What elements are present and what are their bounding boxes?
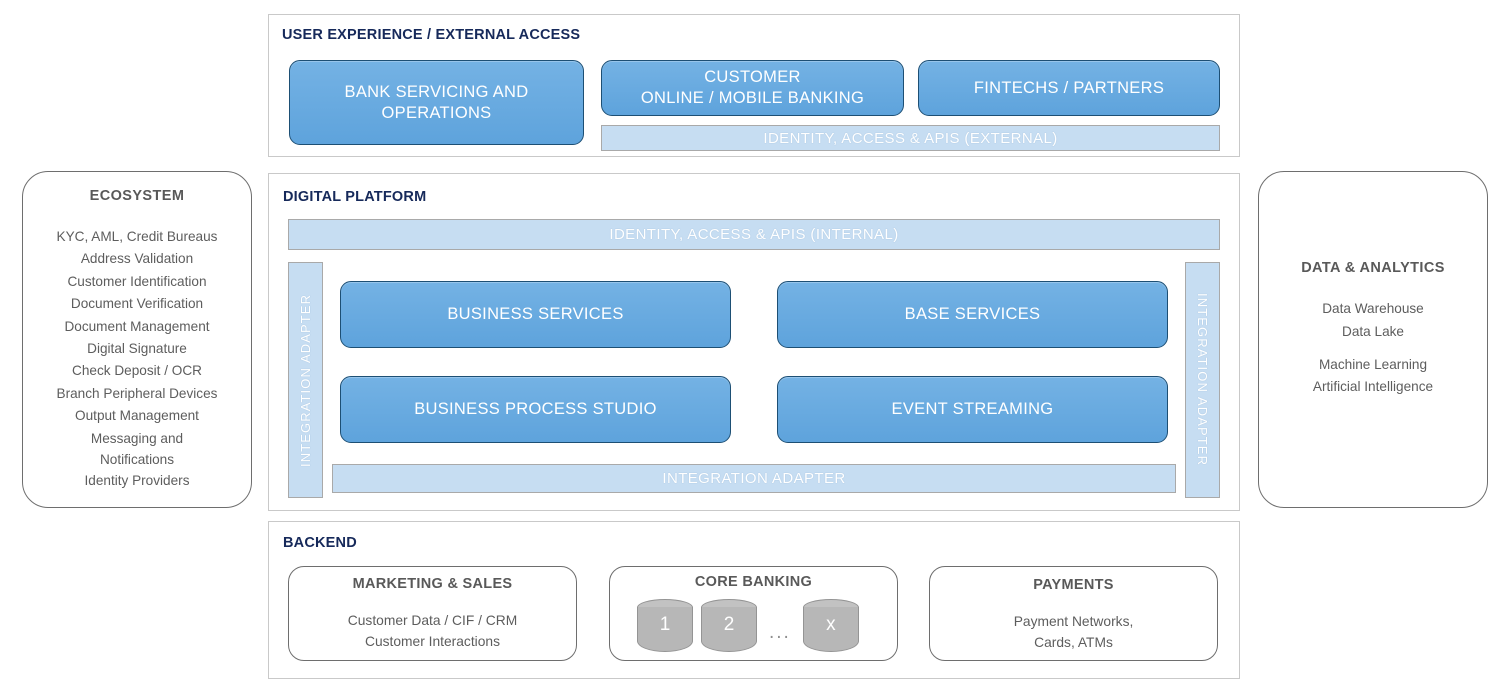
base-services-box[interactable]: BASE SERVICES — [777, 281, 1168, 348]
base-services-label: BASE SERVICES — [904, 305, 1041, 323]
business-process-studio-box[interactable]: BUSINESS PROCESS STUDIO — [340, 376, 731, 443]
integration-adapter-right-label: INTEGRATION ADAPTER — [1195, 293, 1210, 467]
cylinder-ellipsis: ... — [769, 621, 791, 643]
customer-banking-label: CUSTOMER ONLINE / MOBILE BANKING — [640, 68, 865, 107]
marketing-line: Customer Data / CIF / CRM — [347, 613, 518, 628]
integration-adapter-left: INTEGRATION ADAPTER — [288, 262, 323, 498]
list-item: Document Verification — [70, 296, 204, 312]
ecosystem-list: KYC, AML, Credit Bureaus Address Validat… — [23, 226, 251, 492]
identity-internal-label: IDENTITY, ACCESS & APIS (INTERNAL) — [609, 226, 899, 243]
list-item: KYC, AML, Credit Bureaus — [56, 229, 218, 244]
fintechs-partners-box[interactable]: FINTECHS / PARTNERS — [918, 60, 1220, 116]
list-item: Machine Learning — [1318, 357, 1428, 372]
database-cylinder-icon: x — [802, 599, 859, 652]
cylinder-label: 2 — [723, 614, 735, 635]
list-item: Address Validation — [80, 251, 194, 267]
event-streaming-box[interactable]: EVENT STREAMING — [777, 376, 1168, 443]
list-item: Document Management — [64, 318, 210, 334]
data-analytics-panel: DATA & ANALYTICS Data Warehouse Data Lak… — [1258, 171, 1488, 508]
bank-servicing-and-operations-box[interactable]: BANK SERVICING AND OPERATIONS — [289, 60, 584, 145]
list-item: Branch Peripheral Devices — [56, 385, 218, 401]
list-item: Messaging and Notifications — [90, 430, 184, 467]
customer-online-mobile-banking-box[interactable]: CUSTOMER ONLINE / MOBILE BANKING — [601, 60, 904, 116]
business-services-label: BUSINESS SERVICES — [447, 305, 624, 323]
identity-access-apis-external-band: IDENTITY, ACCESS & APIS (EXTERNAL) — [601, 125, 1220, 151]
marketing-sales-panel[interactable]: MARKETING & SALES Customer Data / CIF / … — [288, 566, 577, 661]
list-item: Data Warehouse — [1322, 301, 1424, 317]
architecture-diagram: ECOSYSTEM KYC, AML, Credit Bureaus Addre… — [0, 0, 1510, 694]
payments-line: Cards, ATMs — [1034, 635, 1113, 650]
cylinder-label: x — [826, 614, 836, 635]
list-item: Check Deposit / OCR — [72, 363, 202, 379]
marketing-sales-title: MARKETING & SALES — [352, 576, 513, 592]
list-item: Artificial Intelligence — [1312, 379, 1434, 395]
core-banking-title: CORE BANKING — [694, 574, 813, 590]
data-analytics-title: DATA & ANALYTICS — [1301, 260, 1445, 277]
business-process-studio-label: BUSINESS PROCESS STUDIO — [414, 400, 657, 418]
fintechs-partners-label: FINTECHS / PARTNERS — [973, 78, 1165, 97]
integration-adapter-left-label: INTEGRATION ADAPTER — [298, 293, 313, 467]
payments-text: Payment Networks, Cards, ATMs — [1014, 611, 1134, 653]
database-cylinder-icon: 2 — [701, 599, 757, 652]
list-item: Digital Signature — [87, 341, 187, 357]
identity-access-apis-internal-band: IDENTITY, ACCESS & APIS (INTERNAL) — [288, 219, 1220, 250]
digital-platform-title: DIGITAL PLATFORM — [283, 189, 427, 205]
ecosystem-title: ECOSYSTEM — [89, 188, 185, 204]
payments-panel[interactable]: PAYMENTS Payment Networks, Cards, ATMs — [929, 566, 1218, 661]
integration-adapter-bottom-band: INTEGRATION ADAPTER — [332, 464, 1176, 493]
database-cylinder-icon: 1 — [637, 599, 693, 652]
identity-external-label: IDENTITY, ACCESS & APIS (EXTERNAL) — [763, 129, 1058, 147]
payments-title: PAYMENTS — [1033, 577, 1114, 593]
ecosystem-panel: ECOSYSTEM KYC, AML, Credit Bureaus Addre… — [22, 171, 252, 508]
list-item: Output Management — [75, 408, 199, 424]
data-analytics-list: Data Warehouse Data Lake Machine Learnin… — [1259, 298, 1487, 399]
bank-servicing-label: BANK SERVICING AND OPERATIONS — [344, 82, 529, 122]
payments-line: Payment Networks, — [1013, 614, 1134, 629]
business-services-box[interactable]: BUSINESS SERVICES — [340, 281, 731, 348]
list-item: Data Lake — [1342, 323, 1404, 339]
core-banking-panel[interactable]: CORE BANKING 1 2 ... x — [609, 566, 898, 661]
cylinder-label: 1 — [659, 614, 671, 635]
user-experience-title: USER EXPERIENCE / EXTERNAL ACCESS — [282, 27, 581, 43]
core-banking-cylinders: 1 2 ... x — [637, 599, 859, 652]
list-item: Customer Identification — [67, 273, 207, 289]
marketing-sales-text: Customer Data / CIF / CRM Customer Inter… — [348, 610, 517, 652]
marketing-line: Customer Interactions — [365, 634, 500, 649]
integration-adapter-right: INTEGRATION ADAPTER — [1185, 262, 1220, 498]
backend-title: BACKEND — [283, 535, 357, 551]
integration-adapter-bottom-label: INTEGRATION ADAPTER — [662, 470, 846, 487]
list-spacer — [1259, 343, 1487, 354]
event-streaming-label: EVENT STREAMING — [891, 400, 1054, 418]
list-item: Identity Providers — [84, 472, 190, 488]
